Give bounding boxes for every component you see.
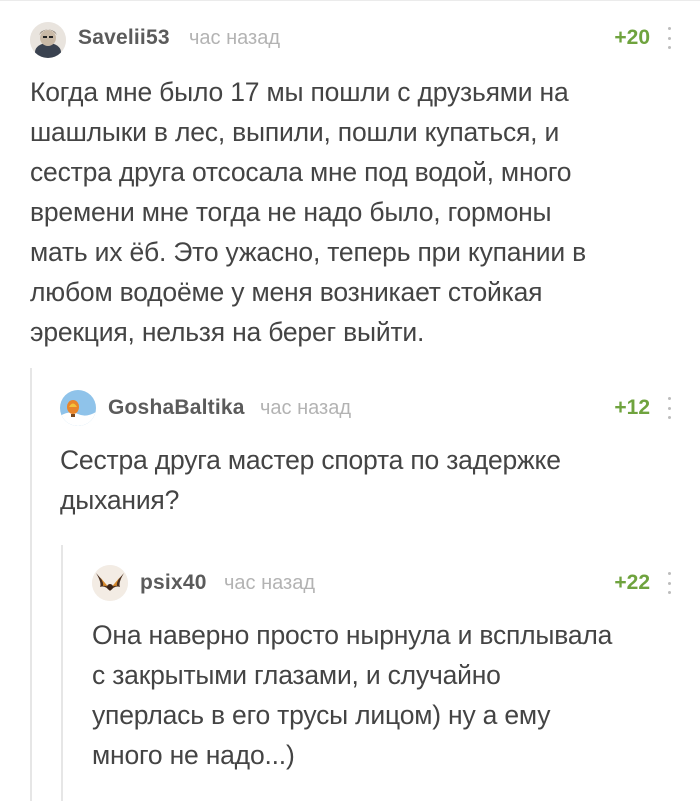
comment-text-line: времени мне тогда не надо было, гормоны (30, 197, 552, 227)
comment-text: Сестра друга мастер спорта по задержке д… (60, 440, 561, 520)
timestamp: час назад (189, 27, 281, 49)
avatar-image (60, 390, 96, 426)
username[interactable]: psix40 (140, 571, 207, 595)
comment-text-line: сестра друга отсосала мне под водой, мно… (30, 157, 572, 187)
comment-text-line: дыхания? (60, 485, 180, 515)
comment-text-line: шашлыки в лес, выпили, пошли купаться, и (30, 117, 560, 147)
comment-text-line: Она наверно просто нырнула и всплывала (92, 620, 613, 650)
comment-text-line: мать их ёб. Это ужасно, теперь при купан… (30, 237, 587, 267)
comment-header: psix40 час назад +22 (62, 563, 700, 603)
rating: +20 (614, 26, 650, 49)
timestamp: час назад (224, 572, 316, 594)
avatar-image (30, 22, 66, 58)
rating: +22 (614, 571, 650, 594)
timestamp: час назад (260, 397, 352, 419)
comment-header: GoshaBaltika час назад +12 (30, 388, 700, 428)
comment-text-line: много не надо...) (92, 740, 295, 770)
username[interactable]: Savelii53 (78, 26, 170, 50)
username[interactable]: GoshaBaltika (108, 396, 245, 420)
comment-text-line: с закрытыми глазами, и случайно (92, 660, 501, 690)
more-options-icon[interactable] (666, 572, 672, 594)
more-options-icon[interactable] (666, 397, 672, 419)
comment-text: Когда мне было 17 мы пошли с друзьями на… (30, 72, 586, 352)
avatar[interactable] (30, 22, 66, 58)
avatar[interactable] (60, 390, 96, 426)
comment-text-line: любом водоёме у меня возникает стойкая (30, 277, 543, 307)
comment-text-line: Когда мне было 17 мы пошли с друзьями на (30, 77, 569, 107)
more-options-icon[interactable] (666, 27, 672, 49)
avatar[interactable] (92, 565, 128, 601)
comment-text-line: Сестра друга мастер спорта по задержке (60, 445, 561, 475)
rating: +12 (614, 396, 650, 419)
comment-header: Savelii53 час назад +20 (0, 18, 700, 58)
comment-psix40: psix40 час назад +22 Она наверно просто … (62, 545, 700, 801)
comment-text: Она наверно просто нырнула и всплывала с… (92, 615, 612, 775)
comment-text-line: уперлась в его трусы лицом) ну а ему (92, 700, 551, 730)
comment-savelii53: Savelii53 час назад +20 Когда мне было 1… (0, 0, 700, 370)
comment-text-line: эрекция, нельзя на берег выйти. (30, 317, 425, 347)
avatar-image (92, 565, 128, 601)
